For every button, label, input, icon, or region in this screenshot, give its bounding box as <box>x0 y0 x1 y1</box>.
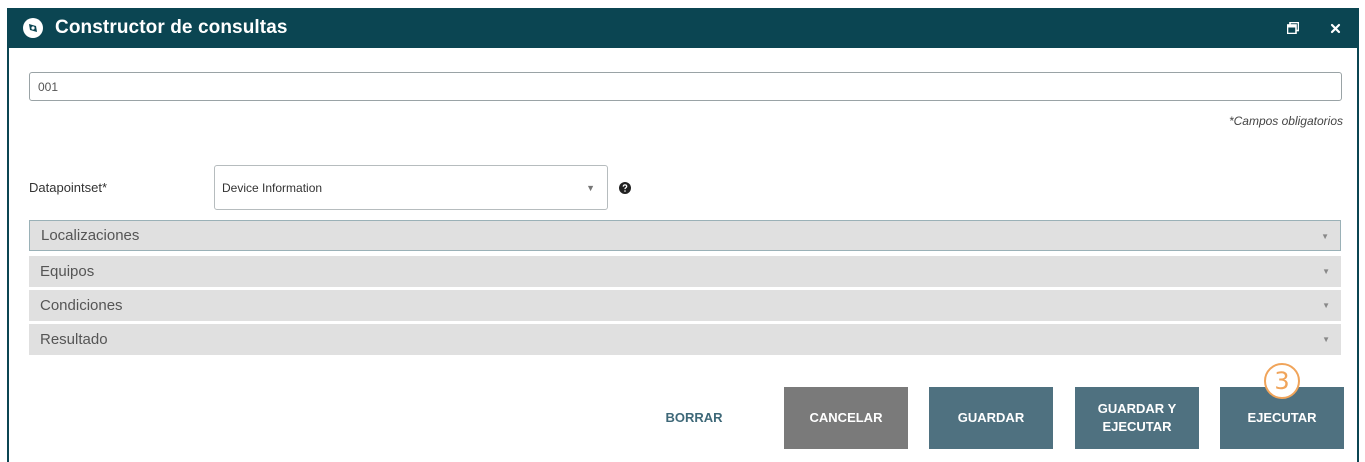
cancel-button[interactable]: CANCELAR <box>784 387 908 449</box>
window-title: Constructor de consultas <box>55 17 288 38</box>
chevron-down-icon: ▼ <box>1322 267 1330 276</box>
datapointset-selected-value: Device Information <box>222 180 323 195</box>
chevron-down-icon: ▼ <box>1322 301 1330 310</box>
chevron-down-icon: ▼ <box>586 183 595 193</box>
section-label: Localizaciones <box>41 227 140 244</box>
section-localizaciones[interactable]: Localizaciones ▼ <box>29 220 1341 251</box>
title-bar: Constructor de consultas <box>9 8 1357 48</box>
save-button[interactable]: GUARDAR <box>929 387 1053 449</box>
save-and-run-label-line2: EJECUTAR <box>1102 419 1172 434</box>
restore-window-icon[interactable] <box>1285 20 1301 36</box>
chevron-down-icon: ▼ <box>1322 335 1330 344</box>
clear-button[interactable]: BORRAR <box>649 387 739 449</box>
close-icon[interactable] <box>1327 20 1343 36</box>
section-resultado[interactable]: Resultado ▼ <box>29 324 1341 355</box>
datapointset-label: Datapointset* <box>29 180 108 195</box>
save-and-run-button[interactable]: GUARDAR Y EJECUTAR <box>1075 387 1199 449</box>
section-label: Condiciones <box>40 297 123 314</box>
required-fields-note: *Campos obligatorios <box>1228 114 1343 128</box>
datapointset-select[interactable]: Device Information ▼ <box>214 165 608 210</box>
section-label: Resultado <box>40 331 108 348</box>
section-condiciones[interactable]: Condiciones ▼ <box>29 290 1341 321</box>
section-label: Equipos <box>40 263 95 280</box>
query-builder-dialog: Constructor de consultas *Campos obligat… <box>7 8 1359 462</box>
step-annotation-badge: 3 <box>1264 363 1300 399</box>
save-and-run-label-line1: GUARDAR Y <box>1097 401 1177 416</box>
query-name-input[interactable] <box>29 72 1342 101</box>
help-icon[interactable] <box>619 181 631 194</box>
chevron-down-icon: ▼ <box>1321 232 1329 241</box>
section-equipos[interactable]: Equipos ▼ <box>29 256 1341 287</box>
compass-icon <box>21 16 45 40</box>
